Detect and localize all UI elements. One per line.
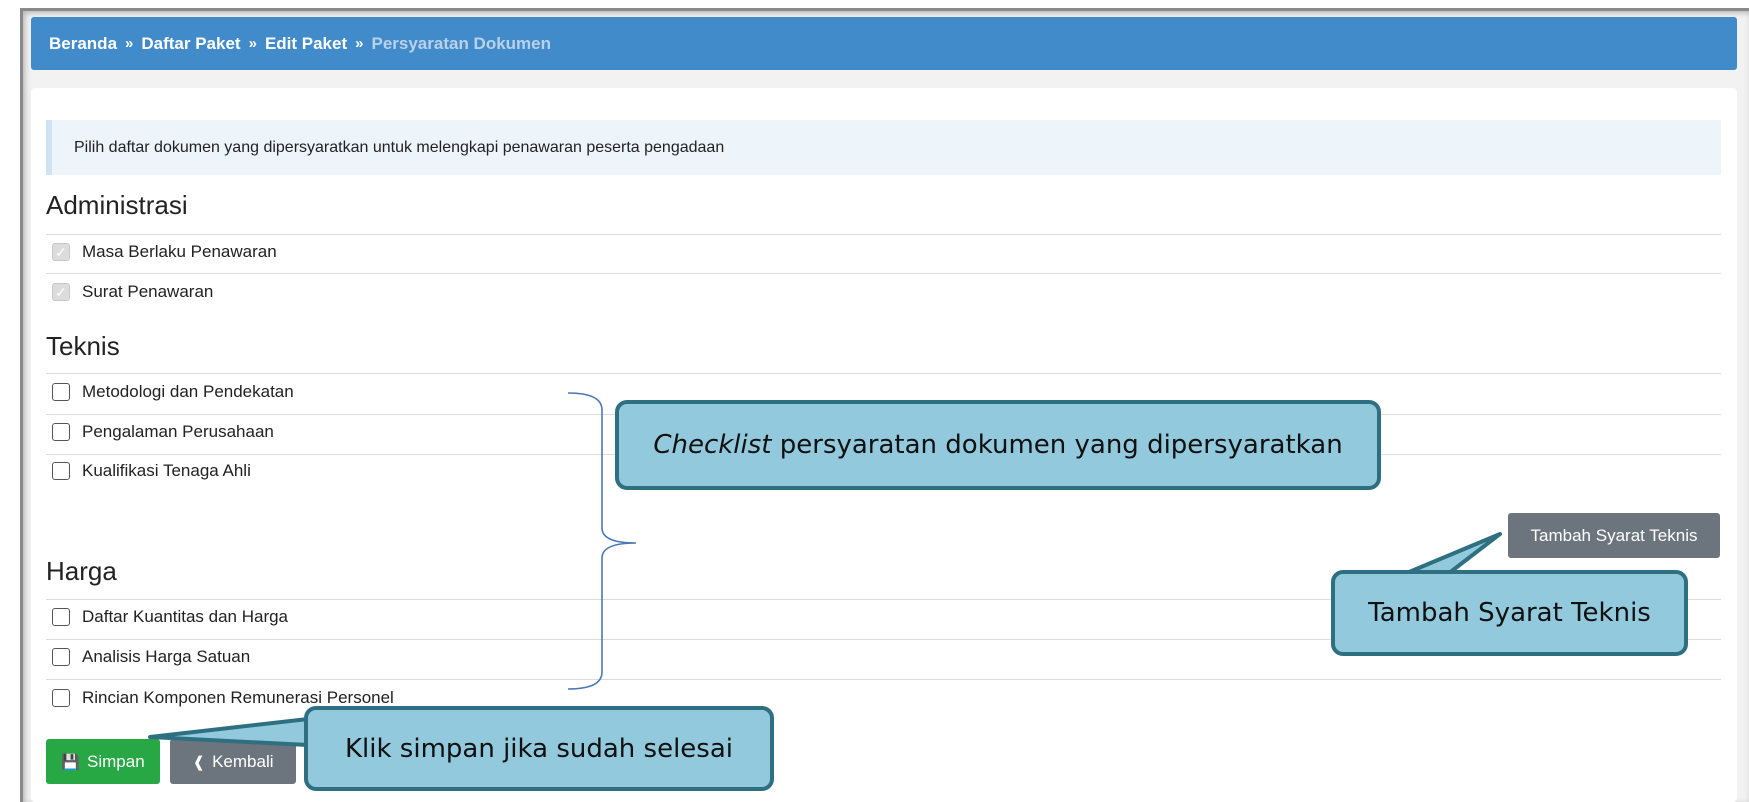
callout-tambah: Tambah Syarat Teknis xyxy=(1331,570,1688,656)
callout-checklist-text: persyaratan dokumen yang dipersyaratkan xyxy=(771,430,1343,460)
callout-checklist: Checklist persyaratan dokumen yang diper… xyxy=(615,400,1381,490)
callout-simpan-text: Klik simpan jika sudah selesai xyxy=(344,733,733,764)
callout-simpan: Klik simpan jika sudah selesai xyxy=(304,706,774,791)
callout-checklist-emphasis: Checklist xyxy=(653,430,772,460)
callout-pointer-simpan xyxy=(148,717,310,747)
callout-tambah-text: Tambah Syarat Teknis xyxy=(1368,598,1651,628)
